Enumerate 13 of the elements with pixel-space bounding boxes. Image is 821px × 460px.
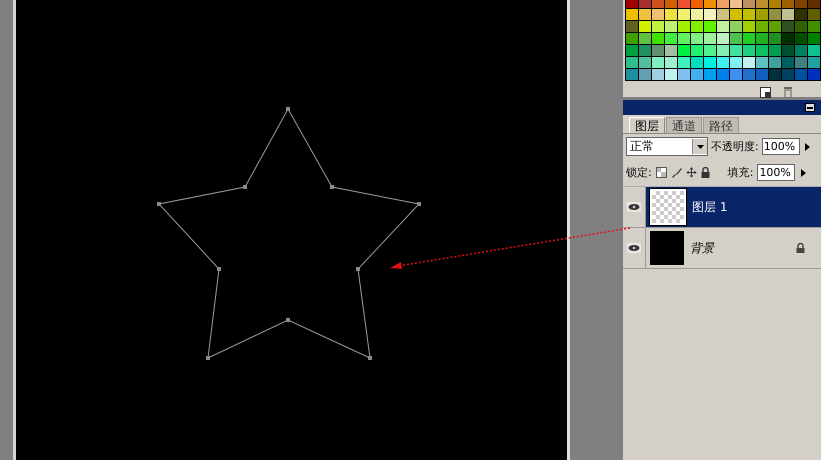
fill-label: 填充: <box>728 165 754 180</box>
layer-row[interactable]: 背景 <box>623 228 821 269</box>
opacity-label: 不透明度: <box>711 139 759 154</box>
panel-tab[interactable]: 图层 <box>629 117 665 133</box>
opacity-field[interactable]: 100% <box>762 138 800 155</box>
fill-field[interactable]: 100% <box>757 164 796 181</box>
lock-label: 锁定: <box>626 165 652 180</box>
layer-name: 图层 1 <box>692 198 728 216</box>
layer-name: 背景 <box>690 240 714 256</box>
panel-tab[interactable]: 通道 <box>666 117 702 133</box>
layer-row[interactable]: 图层 1 <box>623 187 821 228</box>
panel-tab[interactable]: 路径 <box>703 117 739 133</box>
blend-mode-dropdown[interactable]: 正常 <box>626 137 708 156</box>
